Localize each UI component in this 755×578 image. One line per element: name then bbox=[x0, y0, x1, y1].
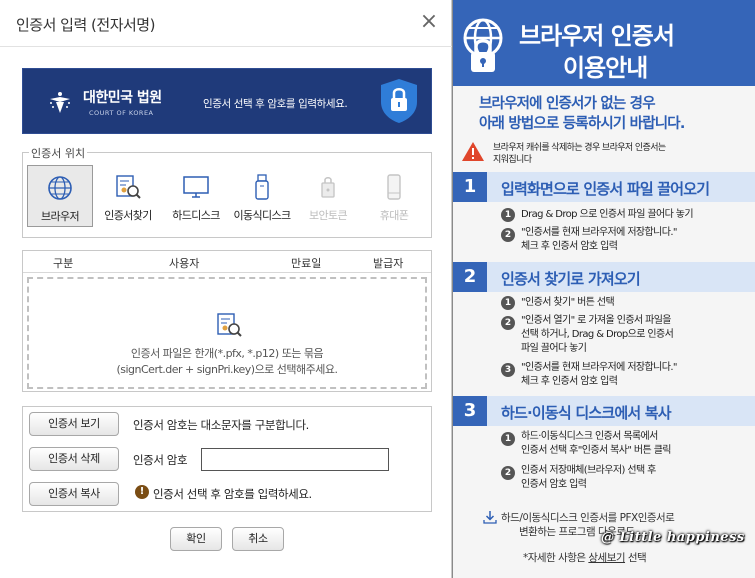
location-removable-disk[interactable]: 이동식디스크 bbox=[229, 165, 295, 227]
globe-icon bbox=[48, 176, 72, 200]
title-divider bbox=[0, 46, 452, 47]
detail-link[interactable]: 상세보기 bbox=[588, 552, 625, 564]
sub-step-text: 체크 후 인증서 암호 입력 bbox=[521, 376, 618, 387]
location-phone: 휴대폰 bbox=[361, 165, 427, 227]
dialog-title: 인증서 입력 (전자서명) bbox=[16, 16, 155, 34]
location-browser[interactable]: 브라우저 bbox=[27, 165, 93, 227]
watermark-text: @ Little happiness bbox=[601, 530, 745, 545]
globe-lock-icon bbox=[463, 18, 503, 72]
download-icon[interactable] bbox=[483, 510, 497, 524]
password-warning: 인증서 선택 후 암호를 입력하세요. bbox=[153, 487, 312, 501]
banner-org-name-en: COURT OF KOREA bbox=[89, 109, 154, 117]
sub-step-number: 1 bbox=[501, 296, 515, 310]
sub-step-number: 1 bbox=[501, 208, 515, 222]
banner-org-name: 대한민국 법원 bbox=[83, 90, 162, 106]
step-3-header: 3 하드·이동식 디스크에서 복사 bbox=[453, 396, 755, 426]
certificate-actions: 인증서 보기 인증서 암호는 대소문자를 구분합니다. 인증서 삭제 인증서 암… bbox=[22, 406, 432, 512]
sub-step-text: 체크 후 인증서 암호 입력 bbox=[521, 241, 618, 252]
location-label: 하드디스크 bbox=[172, 209, 220, 222]
column-header: 발급자 bbox=[373, 257, 404, 270]
sub-step-text: 선택 하거나, Drag & Drop으로 인증서 bbox=[521, 329, 674, 340]
location-label: 휴대폰 bbox=[379, 209, 409, 222]
sub-step-text: 인증서 저장매체(브라우저) 선택 후 bbox=[521, 465, 656, 476]
certificate-table: 구분 사용자 만료일 발급자 인증서 파일은 한개(*.pfx, *.p12) … bbox=[22, 250, 432, 392]
screen: 인증서 입력 (전자서명) × 대한민국 법원 COURT OF KOREA 인… bbox=[0, 0, 755, 578]
delete-certificate-button[interactable]: 인증서 삭제 bbox=[29, 447, 119, 471]
step-title: 인증서 찾기로 가져오기 bbox=[501, 270, 641, 288]
case-sensitive-note: 인증서 암호는 대소문자를 구분합니다. bbox=[133, 418, 309, 432]
court-banner: 대한민국 법원 COURT OF KOREA 인증서 선택 후 암호를 입력하세… bbox=[22, 68, 432, 134]
step-2-header: 2 인증서 찾기로 가져오기 bbox=[453, 262, 755, 292]
sub-step-text: "인증서 열기" 로 가져올 인증서 파일을 bbox=[521, 315, 672, 326]
drop-hint-line2: (signCert.der + signPri.key)으로 선택해주세요. bbox=[116, 363, 338, 376]
certificate-search-icon bbox=[116, 175, 141, 199]
usb-icon bbox=[255, 174, 269, 200]
cancel-button[interactable]: 취소 bbox=[232, 527, 284, 551]
guide-subtitle-line2: 아래 방법으로 등록하시기 바랍니다. bbox=[479, 116, 685, 132]
location-label: 이동식디스크 bbox=[233, 209, 291, 222]
sub-step-number: 3 bbox=[501, 363, 515, 377]
table-header: 구분 사용자 만료일 발급자 bbox=[23, 251, 431, 273]
guide-title-line2: 이용안내 bbox=[563, 54, 648, 82]
sub-step-number: 2 bbox=[501, 316, 515, 330]
column-header: 만료일 bbox=[291, 257, 322, 270]
sub-step-text: 하드·이동식디스크 인증서 목록에서 bbox=[521, 431, 658, 442]
sub-step-number: 1 bbox=[501, 432, 515, 446]
monitor-icon bbox=[183, 176, 209, 198]
warning-triangle-icon bbox=[462, 142, 484, 161]
sub-step-text: 인증서 암호 입력 bbox=[521, 479, 587, 490]
cache-warning-line2: 지워집니다 bbox=[493, 155, 532, 165]
step-title: 입력화면으로 인증서 파일 끌어오기 bbox=[501, 180, 710, 198]
certificate-location-group: 인증서 위치 브라우저 인증서찾기 하드디스크 이동식디스크 보안토큰 휴대폰 bbox=[22, 145, 432, 238]
drop-hint-line1: 인증서 파일은 한개(*.pfx, *.p12) 또는 묶음 bbox=[130, 347, 324, 360]
security-token-icon bbox=[321, 177, 335, 198]
detail-note: *자세한 사항은 상세보기 선택 bbox=[523, 550, 647, 565]
step-number: 2 bbox=[453, 262, 487, 292]
phone-icon bbox=[387, 174, 401, 200]
column-header: 구분 bbox=[53, 257, 74, 270]
step-1-header: 1 입력화면으로 인증서 파일 끌어오기 bbox=[453, 172, 755, 202]
password-input[interactable] bbox=[201, 448, 389, 471]
lock-shield-icon bbox=[381, 79, 417, 123]
copy-certificate-button[interactable]: 인증서 복사 bbox=[29, 482, 119, 506]
guide-subtitle-line1: 브라우저에 인증서가 없는 경우 bbox=[479, 96, 656, 112]
location-label: 보안토큰 bbox=[308, 209, 348, 222]
browser-certificate-guide: 브라우저 인증서 이용안내 브라우저에 인증서가 없는 경우 아래 방법으로 등… bbox=[453, 0, 755, 578]
confirm-button[interactable]: 확인 bbox=[170, 527, 222, 551]
step-number: 1 bbox=[453, 172, 487, 202]
sub-step-text: "인증서를 현재 브라우저에 저장합니다." bbox=[521, 362, 678, 373]
certificate-dialog: 인증서 입력 (전자서명) × 대한민국 법원 COURT OF KOREA 인… bbox=[0, 0, 452, 578]
close-icon[interactable]: × bbox=[418, 11, 440, 34]
court-logo-icon bbox=[50, 92, 70, 113]
certificate-drop-zone[interactable]: 인증서 파일은 한개(*.pfx, *.p12) 또는 묶음 (signCert… bbox=[27, 277, 427, 389]
step-number: 3 bbox=[453, 396, 487, 426]
location-certificate-search[interactable]: 인증서찾기 bbox=[95, 165, 161, 227]
location-legend: 인증서 위치 bbox=[29, 145, 88, 161]
location-hard-disk[interactable]: 하드디스크 bbox=[163, 165, 229, 227]
certificate-search-icon bbox=[217, 313, 242, 337]
sub-step-text: 파일 끌어다 놓기 bbox=[521, 343, 587, 354]
location-security-token: 보안토큰 bbox=[295, 165, 361, 227]
sub-step-number: 2 bbox=[501, 228, 515, 242]
location-label: 브라우저 bbox=[40, 210, 80, 223]
guide-header: 브라우저 인증서 이용안내 bbox=[453, 0, 755, 86]
step-title: 하드·이동식 디스크에서 복사 bbox=[501, 404, 672, 422]
sub-step-number: 2 bbox=[501, 466, 515, 480]
password-label: 인증서 암호 bbox=[133, 453, 188, 467]
sub-step-text: "인증서 찾기" 버튼 선택 bbox=[521, 297, 615, 308]
detail-prefix: *자세한 사항은 bbox=[523, 552, 589, 564]
warning-icon: ! bbox=[135, 485, 149, 499]
sub-step-text: "인증서를 현재 브라우저에 저장합니다." bbox=[521, 227, 678, 238]
sub-step-text: 인증서 선택 후"인증서 복사" 버튼 클릭 bbox=[521, 445, 672, 456]
detail-suffix: 선택 bbox=[625, 552, 647, 564]
pfx-download-line1[interactable]: 하드/이동식디스크 인증서를 PFX인증서로 bbox=[501, 510, 675, 525]
banner-message: 인증서 선택 후 암호를 입력하세요. bbox=[203, 98, 348, 110]
guide-title-line1: 브라우저 인증서 bbox=[519, 22, 675, 50]
sub-step-text: Drag & Drop 으로 인증서 파일 끌어다 놓기 bbox=[521, 209, 694, 220]
column-header: 사용자 bbox=[169, 257, 200, 270]
view-certificate-button[interactable]: 인증서 보기 bbox=[29, 412, 119, 436]
location-label: 인증서찾기 bbox=[104, 209, 152, 222]
